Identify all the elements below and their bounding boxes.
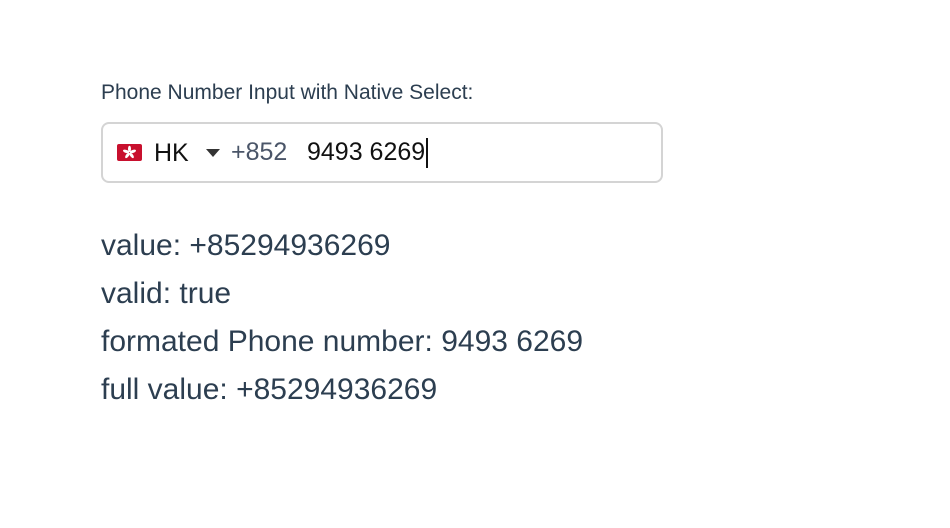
phone-number-value: 9493 6269	[307, 138, 426, 166]
phone-number-input[interactable]: HK +852 9493 6269	[101, 122, 663, 183]
value-line: value: +85294936269	[101, 229, 391, 262]
country-code: HK	[154, 138, 189, 167]
result-info: value: +85294936269 valid: true formated…	[101, 222, 583, 414]
hong-kong-flag-icon	[117, 144, 142, 161]
country-select[interactable]: HK	[117, 124, 220, 181]
phone-number-field[interactable]: 9493 6269	[307, 124, 429, 181]
valid-line: valid: true	[101, 277, 232, 310]
dial-code: +852	[231, 138, 288, 166]
formatted-number-line: formated Phone number: 9493 6269	[101, 325, 584, 358]
text-cursor	[426, 137, 429, 168]
phone-input-label: Phone Number Input with Native Select:	[101, 81, 474, 104]
full-value-line: full value: +85294936269	[101, 373, 438, 406]
caret-down-icon[interactable]	[205, 148, 220, 157]
